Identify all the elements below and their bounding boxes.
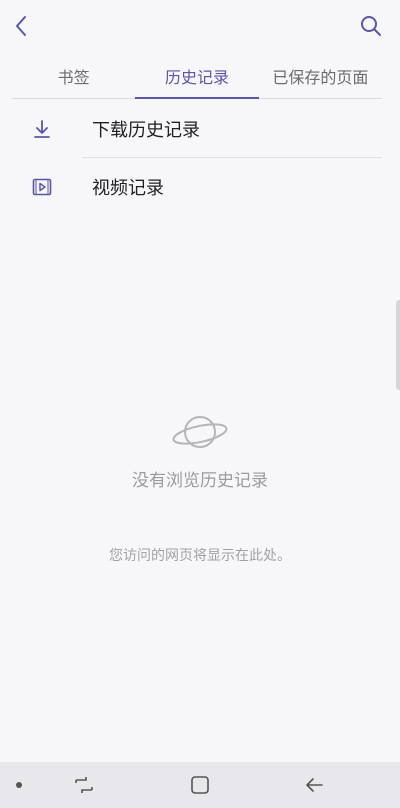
edge-panel-handle[interactable] <box>396 300 400 390</box>
search-icon <box>361 16 381 36</box>
tab-bookmarks[interactable]: 书签 <box>12 54 135 98</box>
navigation-bar <box>0 762 400 808</box>
list-item-label: 视频记录 <box>92 178 164 199</box>
list-item-download-history[interactable]: 下载历史记录 <box>0 100 400 158</box>
video-icon <box>28 173 56 201</box>
empty-title: 没有浏览历史记录 <box>132 471 268 491</box>
back-nav-button[interactable] <box>298 770 330 800</box>
home-button[interactable] <box>184 770 216 800</box>
top-bar <box>0 0 400 52</box>
planet-icon <box>172 416 228 448</box>
tab-history[interactable]: 历史记录 <box>135 54 259 99</box>
recents-button[interactable] <box>68 770 100 800</box>
history-list: 下载历史记录 视频记录 <box>0 100 400 216</box>
nav-dot-indicator[interactable] <box>16 782 22 788</box>
empty-description: 您访问的网页将显示在此处。 <box>109 548 291 564</box>
back-arrow-icon <box>306 778 323 792</box>
history-screen: 书签 历史记录 已保存的页面 下载历史记录 视频记录 没有浏览历史记录 您访问的… <box>0 0 400 808</box>
tab-bar: 书签 历史记录 已保存的页面 <box>12 54 382 99</box>
empty-state: 没有浏览历史记录 您访问的网页将显示在此处。 <box>0 408 400 565</box>
search-button[interactable] <box>356 10 386 42</box>
recents-icon <box>75 777 93 793</box>
chevron-left-icon <box>16 16 26 36</box>
list-item-label: 下载历史记录 <box>92 120 200 141</box>
home-icon <box>191 776 209 794</box>
list-item-video-history[interactable]: 视频记录 <box>0 158 400 216</box>
download-icon <box>28 115 56 143</box>
back-button[interactable] <box>6 10 36 42</box>
tab-saved-pages[interactable]: 已保存的页面 <box>259 54 382 98</box>
